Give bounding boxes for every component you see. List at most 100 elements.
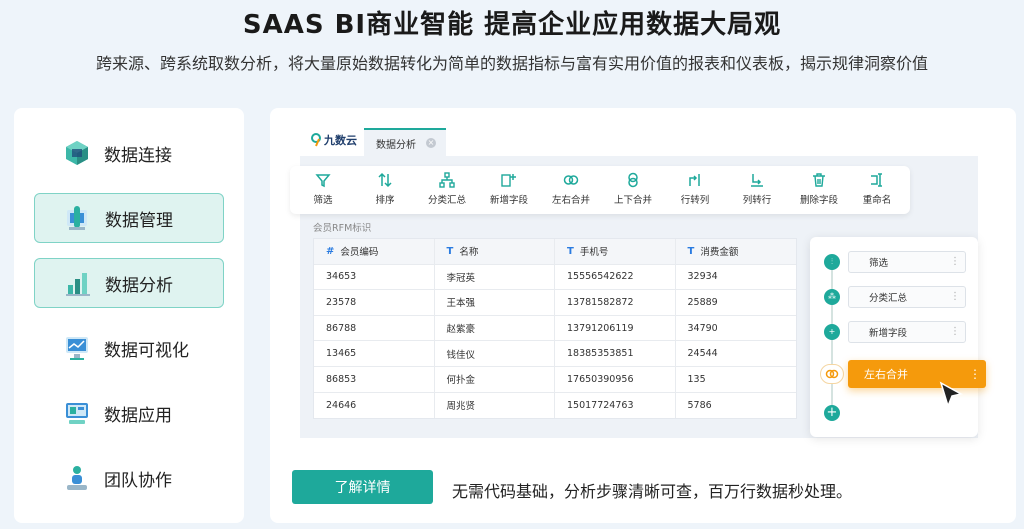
step-group-summary[interactable]: 分类汇总 ⋮	[848, 286, 966, 308]
more-vertical-icon[interactable]: ⋮	[969, 367, 981, 381]
nav-item-data-connection[interactable]: 数据连接	[34, 128, 224, 178]
logo-icon	[311, 133, 321, 147]
toolbar-column-to-row-button[interactable]: 列转行	[726, 172, 788, 210]
toolbar-horizontal-merge-button[interactable]: 左右合并	[540, 172, 602, 210]
step-add-field[interactable]: 新增字段 ⋮	[848, 321, 966, 343]
table-cell: 李冠英	[435, 264, 555, 290]
tab-label: 数据分析	[376, 139, 416, 151]
table-row: 23578 王本强 13781582872 25889	[314, 290, 796, 316]
column-header-label: 手机号	[579, 247, 609, 259]
nav-item-data-management[interactable]: 数据管理	[34, 193, 224, 243]
column-header[interactable]: T 手机号	[555, 239, 676, 264]
more-vertical-icon[interactable]: ⋮	[950, 256, 960, 267]
data-visualization-icon	[66, 337, 88, 360]
table-header-row: # 会员编码 T 名称 T 手机号 T 消费金额	[314, 239, 796, 265]
step-label: 新增字段	[869, 328, 908, 339]
filter-icon	[315, 174, 331, 188]
table-cell: 13781582872	[555, 290, 676, 315]
toolbar-label: 重命名	[862, 195, 892, 206]
table-cell: 24544	[687, 348, 718, 360]
table-row: 86853 何扑金 17650390956 135	[314, 366, 796, 393]
team-collaboration-icon	[67, 466, 87, 490]
toolbar-label: 分类汇总	[427, 195, 466, 206]
table-cell: 钱佳仪	[435, 341, 555, 366]
table-cell: 86853	[314, 366, 435, 392]
table-cell: 15556542622	[555, 264, 676, 290]
table-cell: 5786	[687, 399, 712, 411]
nav-item-label: 数据可视化	[104, 340, 189, 361]
toolbar-label: 筛选	[313, 195, 333, 206]
learn-more-button[interactable]: 了解详情	[292, 470, 433, 504]
nav-item-label: 团队协作	[104, 470, 172, 491]
more-vertical-icon[interactable]: ⋮	[950, 291, 960, 302]
cta-description: 无需代码基础，分析步骤清晰可查，百万行数据秒处理。	[452, 482, 853, 501]
vertical-merge-icon	[628, 172, 638, 188]
sort-icon	[378, 172, 392, 188]
table-cell: 32934	[687, 271, 718, 283]
logo-text: 九数云	[324, 134, 357, 147]
nav-item-data-visualization[interactable]: 数据可视化	[34, 323, 224, 373]
table-cell: 13465	[314, 341, 435, 366]
toolbar-add-field-button[interactable]: 新增字段	[478, 172, 540, 210]
table-title: 会员RFM标识	[313, 223, 372, 234]
step-filter[interactable]: 筛选 ⋮	[848, 251, 966, 273]
table-cell: 23578	[314, 290, 435, 315]
table-cell: 34653	[314, 264, 435, 290]
toolbar-vertical-merge-button[interactable]: 上下合并	[602, 172, 664, 210]
toolbar-label: 列转行	[742, 195, 772, 206]
step-label: 分类汇总	[869, 293, 908, 304]
toolbar-label: 删除字段	[799, 195, 838, 206]
toolbar-sort-button[interactable]: 排序	[354, 172, 416, 210]
column-header[interactable]: # 会员编码	[314, 239, 435, 264]
nav-item-label: 数据分析	[105, 275, 173, 296]
close-icon[interactable]: ×	[426, 138, 436, 148]
toolbar-delete-field-button[interactable]: 删除字段	[788, 172, 850, 210]
nav-item-data-analysis[interactable]: 数据分析	[34, 258, 224, 308]
toolbar-rename-button[interactable]: 重命名	[846, 172, 908, 210]
app-logo: 九数云	[310, 132, 357, 148]
nav-item-data-application[interactable]: 数据应用	[34, 388, 224, 438]
toolbar-label: 新增字段	[489, 195, 528, 206]
nav-item-label: 数据连接	[104, 145, 172, 166]
table-cell: 86788	[314, 315, 435, 341]
group-summary-icon: ⁂	[824, 289, 840, 305]
nav-item-label: 数据应用	[104, 405, 172, 426]
column-to-row-icon	[751, 174, 763, 187]
table-cell: 34790	[687, 322, 718, 334]
step-horizontal-merge-active[interactable]: 左右合并 ⋮	[848, 360, 986, 388]
group-summary-icon	[439, 172, 455, 188]
horizontal-merge-icon	[563, 175, 579, 185]
table-cell: 15017724763	[555, 392, 676, 419]
column-header[interactable]: T 消费金额	[676, 239, 797, 264]
hero-subtitle: 跨来源、跨系统取数分析，将大量原始数据转化为简单的数据指标与富有实用价值的报表和…	[95, 54, 928, 73]
column-header[interactable]: T 名称	[435, 239, 555, 264]
database-cube-icon	[66, 141, 88, 165]
text-type-icon: T	[446, 245, 454, 257]
table-cell: 24646	[314, 392, 435, 419]
nav-item-team-collaboration[interactable]: 团队协作	[34, 453, 224, 503]
text-type-icon: T	[687, 245, 695, 257]
data-management-icon	[67, 206, 87, 230]
toolbar-filter-button[interactable]: 筛选	[292, 172, 354, 210]
step-label: 筛选	[869, 258, 889, 269]
toolbar-label: 排序	[375, 195, 395, 206]
nav-item-label: 数据管理	[105, 210, 173, 231]
filter-icon: ⫶	[824, 254, 840, 270]
step-label: 左右合并	[864, 368, 908, 381]
table-cell: 25889	[687, 296, 718, 308]
add-step-button[interactable]: +	[824, 405, 840, 421]
data-table: # 会员编码 T 名称 T 手机号 T 消费金额 34653 李冠英 155565426…	[313, 238, 797, 420]
row-to-column-icon	[689, 174, 700, 186]
hero-title: SAAS BI商业智能 提高企业应用数据大局观	[242, 10, 782, 40]
horizontal-merge-icon	[820, 364, 844, 384]
table-cell: 13791206119	[555, 315, 676, 341]
toolbar-group-summary-button[interactable]: 分类汇总	[416, 172, 478, 210]
tab-data-analysis[interactable]: 数据分析 ×	[364, 128, 446, 156]
app-tabbar: 九数云 数据分析 ×	[300, 120, 978, 156]
toolbar-row-to-column-button[interactable]: 行转列	[664, 172, 726, 210]
column-header-label: 会员编码	[340, 247, 379, 259]
toolbar-label: 上下合并	[613, 195, 652, 206]
data-application-icon	[66, 403, 88, 424]
toolbar-label: 行转列	[680, 195, 710, 206]
more-vertical-icon[interactable]: ⋮	[950, 326, 960, 337]
